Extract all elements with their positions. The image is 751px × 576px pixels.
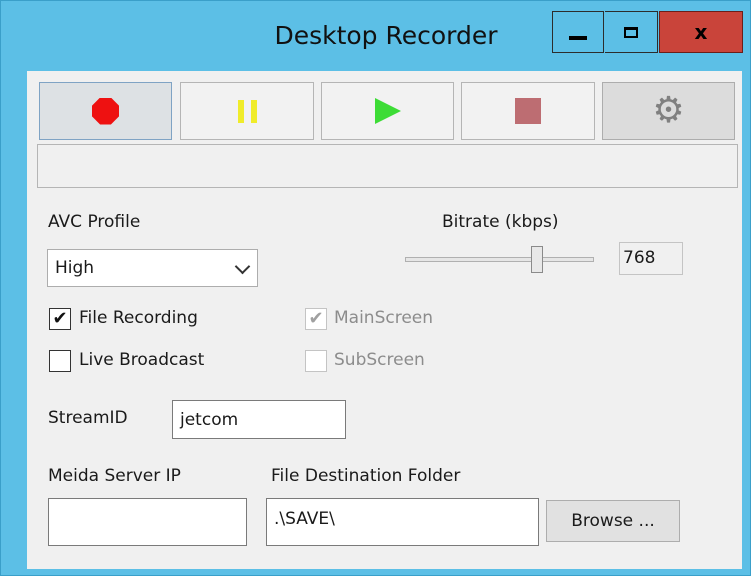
settings-button[interactable]: ⚙: [602, 82, 735, 140]
avc-profile-value: High: [55, 258, 95, 278]
file-recording-checkbox[interactable]: ✔: [49, 308, 71, 330]
status-display: [37, 144, 738, 188]
checkmark-icon: ✔: [52, 308, 68, 329]
record-button[interactable]: [39, 82, 172, 140]
stop-button[interactable]: [461, 82, 595, 140]
main-screen-checkbox[interactable]: ✔: [305, 308, 327, 330]
close-button[interactable]: x: [659, 11, 743, 53]
desktop-recorder-window: Desktop Recorder x ⚙ AVC Profile High Bi…: [0, 0, 751, 576]
destination-folder-value: .\SAVE\: [274, 509, 335, 529]
bitrate-value: 768: [623, 248, 656, 268]
avc-profile-select[interactable]: High: [47, 249, 258, 287]
play-icon: [374, 98, 401, 124]
bitrate-slider-track[interactable]: [405, 257, 594, 262]
close-icon: x: [694, 20, 708, 44]
client-area: ⚙ AVC Profile High Bitrate (kbps) 768 ✔ …: [27, 71, 742, 569]
record-icon: [92, 97, 119, 125]
destination-folder-input[interactable]: .\SAVE\: [266, 498, 539, 546]
avc-profile-label: AVC Profile: [48, 212, 141, 232]
bitrate-label: Bitrate (kbps): [442, 212, 559, 232]
bitrate-value-field: 768: [619, 242, 683, 275]
title-bar[interactable]: Desktop Recorder x: [1, 1, 750, 71]
destination-folder-label: File Destination Folder: [271, 466, 461, 486]
stream-id-input[interactable]: jetcom: [172, 400, 346, 439]
stream-id-value: jetcom: [180, 410, 239, 430]
minimize-icon: [569, 36, 587, 40]
checkmark-icon: ✔: [308, 308, 324, 329]
media-server-ip-label: Meida Server IP: [48, 466, 181, 486]
play-button[interactable]: [321, 82, 454, 140]
main-screen-label: MainScreen: [334, 308, 434, 328]
gear-icon: ⚙: [652, 90, 685, 131]
pause-button[interactable]: [180, 82, 314, 140]
minimize-button[interactable]: [552, 11, 604, 53]
pause-icon: [237, 99, 257, 123]
sub-screen-checkbox[interactable]: [305, 350, 327, 372]
bitrate-slider-thumb[interactable]: [531, 246, 543, 273]
stop-icon: [515, 98, 541, 124]
sub-screen-label: SubScreen: [334, 350, 425, 370]
maximize-button[interactable]: [605, 11, 658, 53]
stream-id-label: StreamID: [48, 408, 128, 428]
maximize-icon: [624, 26, 638, 38]
file-recording-label: File Recording: [79, 308, 198, 328]
media-server-ip-input[interactable]: [48, 498, 247, 546]
browse-button[interactable]: Browse ...: [546, 500, 680, 542]
chevron-down-icon: [234, 258, 251, 275]
live-broadcast-checkbox[interactable]: [49, 350, 71, 372]
live-broadcast-label: Live Broadcast: [79, 350, 205, 370]
